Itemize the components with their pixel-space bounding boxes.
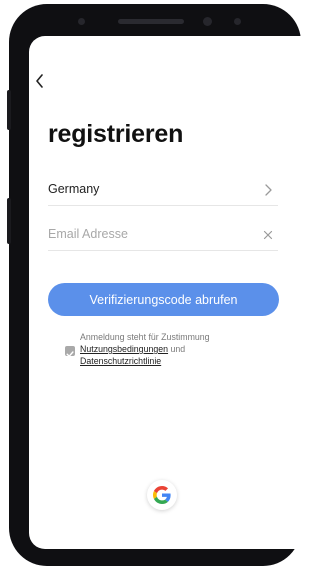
back-arrow-icon [35,74,43,88]
phone-frame: registrieren Germany Email Adresse Verif… [7,4,301,566]
email-field[interactable]: Email Adresse [48,220,278,251]
terms-link[interactable]: Nutzungsbedingungen [80,344,168,354]
google-icon [153,486,171,504]
chevron-right-icon [265,184,272,196]
consent-prefix: Anmeldung steht für Zustimmung [80,332,210,342]
privacy-link[interactable]: Datenschutzrichtlinie [80,356,161,366]
back-button[interactable] [31,70,47,92]
checkbox-icon [66,351,74,357]
consent-checkbox[interactable] [65,346,75,357]
email-placeholder: Email Adresse [48,227,128,241]
country-selector[interactable]: Germany [48,175,278,206]
sensor-dot [234,18,241,25]
volume-button [7,90,11,130]
consent-connector: und [170,344,186,354]
page-title: registrieren [48,120,184,148]
google-login-button[interactable] [147,480,177,510]
country-value: Germany [48,182,100,196]
clear-icon[interactable] [262,228,274,242]
sensor-dot [78,18,85,25]
get-verification-code-button[interactable]: Verifizierungscode abrufen [48,283,279,316]
app-screen: registrieren Germany Email Adresse Verif… [29,36,301,549]
earpiece-speaker [118,19,184,24]
consent-text: Anmeldung steht für Zustimmung Nutzungsb… [80,331,280,367]
side-button [7,198,11,244]
front-camera [203,17,212,26]
